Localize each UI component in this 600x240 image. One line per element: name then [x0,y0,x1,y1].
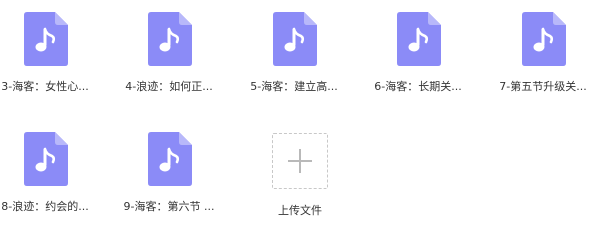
file-name: 5-海客：建立高... [250,80,338,93]
file-name: 8-浪迹：约会的... [1,200,89,213]
file-tile[interactable]: 8-浪迹：约会的... [0,120,100,220]
upload-file-label: 上传文件 [278,204,322,217]
music-file-icon [397,12,441,66]
music-file-icon [24,132,68,186]
file-name: 4-浪迹：如何正... [125,80,213,93]
file-tile[interactable]: 6-海客：长期关... [363,0,473,100]
file-tile[interactable]: 9-海客：第六节 ... [114,120,224,220]
file-tile[interactable]: 5-海客：建立高... [239,0,349,100]
plus-icon [288,149,312,173]
music-file-icon [148,132,192,186]
music-file-icon [24,12,68,66]
file-tile[interactable]: 4-浪迹：如何正... [114,0,224,100]
upload-file-button[interactable] [272,133,328,189]
file-tile[interactable]: 7-第五节升级关... [488,0,598,100]
file-name: 7-第五节升级关... [499,80,587,93]
music-file-icon [273,12,317,66]
file-grid: 3-海客：女性心... 4-浪迹：如何正... 5-海客：建立高... 6-海客… [0,0,600,230]
music-file-icon [522,12,566,66]
file-name: 3-海客：女性心... [1,80,89,93]
file-name: 6-海客：长期关... [374,80,462,93]
music-file-icon [148,12,192,66]
file-name: 9-海客：第六节 ... [123,200,215,213]
file-tile[interactable]: 3-海客：女性心... [0,0,100,100]
